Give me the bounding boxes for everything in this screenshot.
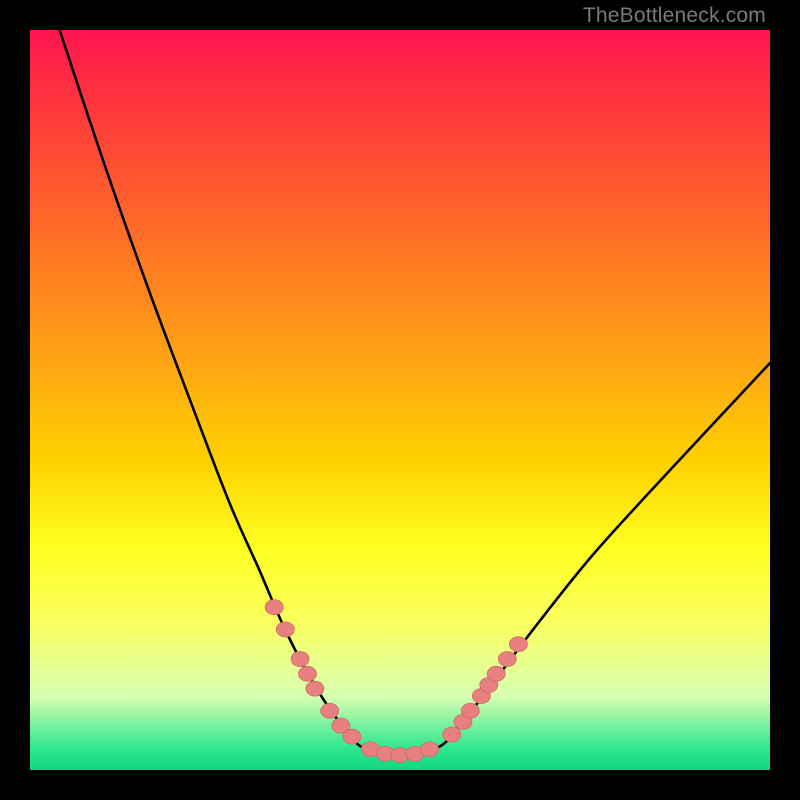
bead-marker bbox=[299, 666, 317, 681]
bead-marker bbox=[509, 637, 527, 652]
bead-marker bbox=[343, 729, 361, 744]
bead-marker bbox=[306, 681, 324, 696]
bead-marker bbox=[487, 666, 505, 681]
chart-frame: TheBottleneck.com bbox=[0, 0, 800, 800]
bead-marker bbox=[265, 600, 283, 615]
bead-marker bbox=[443, 727, 461, 742]
bead-marker bbox=[498, 652, 516, 667]
bottleneck-curve bbox=[60, 30, 770, 755]
bead-group bbox=[265, 600, 527, 763]
plot-area bbox=[30, 30, 770, 770]
bead-marker bbox=[321, 703, 339, 718]
chart-svg bbox=[30, 30, 770, 770]
bead-marker bbox=[291, 652, 309, 667]
bead-marker bbox=[276, 622, 294, 637]
bead-marker bbox=[421, 742, 439, 757]
watermark-text: TheBottleneck.com bbox=[583, 4, 766, 28]
bead-marker bbox=[461, 703, 479, 718]
